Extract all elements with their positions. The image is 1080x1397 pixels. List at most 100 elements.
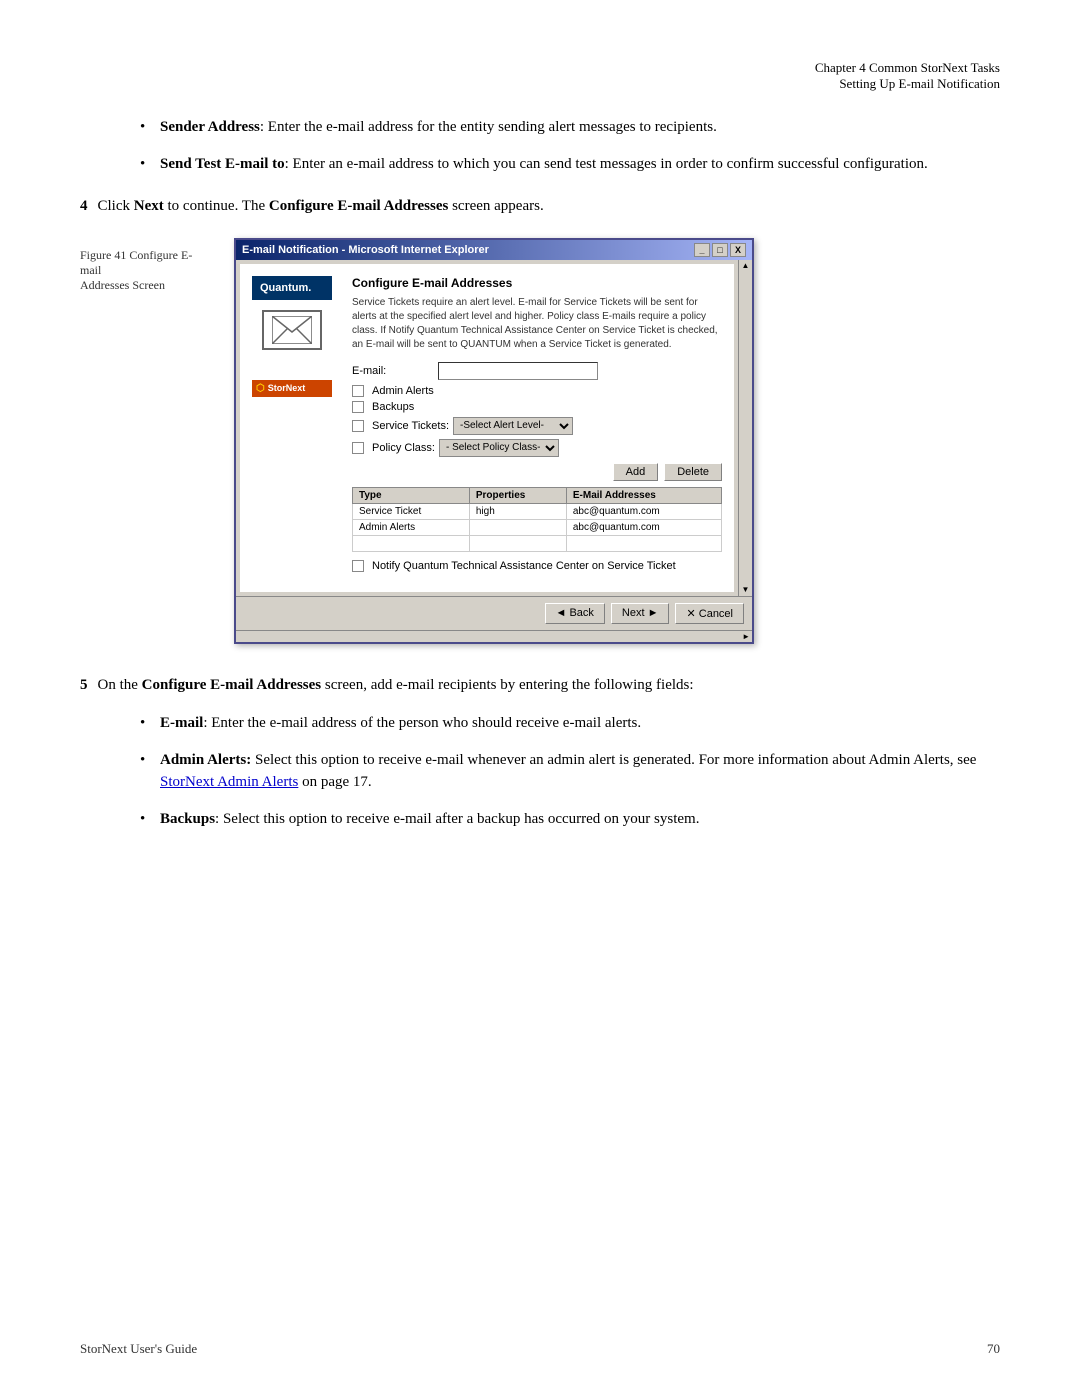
step-4: 4 Click Next to continue. The Configure … xyxy=(80,195,1000,218)
service-tickets-row: Service Tickets: -Select Alert Level- xyxy=(352,417,722,435)
row2-type: Admin Alerts xyxy=(353,519,470,535)
bullet-test-email: Send Test E-mail to: Enter an e-mail add… xyxy=(140,153,1000,176)
bullet-backups: Backups: Select this option to receive e… xyxy=(140,808,1000,831)
policy-class-select[interactable]: - Select Policy Class- xyxy=(439,439,559,457)
test-email-label: Send Test E-mail to xyxy=(160,156,285,172)
step4-text2: to continue. The xyxy=(164,198,269,214)
email-bullet-text: : Enter the e-mail address of the person… xyxy=(203,715,641,731)
stornext-logo: ⬡ StorNext xyxy=(252,380,332,397)
page-footer: StorNext User's Guide 70 xyxy=(80,1341,1000,1357)
service-tickets-label: Service Tickets: xyxy=(372,420,449,432)
close-btn[interactable]: X xyxy=(730,243,746,257)
bullet-email: E-mail: Enter the e-mail address of the … xyxy=(140,712,1000,735)
dialog-left-col: Quantum. ⬡ xyxy=(252,276,332,580)
policy-class-checkbox[interactable] xyxy=(352,442,364,454)
row2-email: abc@quantum.com xyxy=(566,519,721,535)
figure-section: Figure 41 Configure E-mail Addresses Scr… xyxy=(80,238,1000,644)
minimize-btn[interactable]: _ xyxy=(694,243,710,257)
bullet-admin-alerts: Admin Alerts: Select this option to rece… xyxy=(140,749,1000,794)
step4-configure: Configure E-mail Addresses xyxy=(269,198,448,214)
step5-text: On the xyxy=(98,677,142,693)
header-line1: Chapter 4 Common StorNext Tasks xyxy=(80,60,1000,76)
backups-label: Backups xyxy=(372,401,414,413)
col-email-addresses: E-Mail Addresses xyxy=(566,487,721,503)
scrollbar[interactable]: ▲ ▼ xyxy=(738,260,752,596)
figure-caption-line2: Addresses Screen xyxy=(80,278,210,293)
bottom-scrollbar[interactable]: ► xyxy=(236,630,752,642)
backups-row: Backups xyxy=(352,401,722,413)
step-4-body: Click Next to continue. The Configure E-… xyxy=(98,195,544,218)
sender-text: : Enter the e-mail address for the entit… xyxy=(260,119,717,135)
admin-alerts-row: Admin Alerts xyxy=(352,385,722,397)
step-5: 5 On the Configure E-mail Addresses scre… xyxy=(80,674,1000,697)
email-bullet-label: E-mail xyxy=(160,715,203,731)
col-type: Type xyxy=(353,487,470,503)
step-5-number: 5 xyxy=(80,674,88,697)
notify-label: Notify Quantum Technical Assistance Cent… xyxy=(372,560,676,572)
page-container: Chapter 4 Common StorNext Tasks Setting … xyxy=(0,0,1080,1397)
next-button[interactable]: Next ► xyxy=(611,603,670,624)
step4-text3: screen appears. xyxy=(448,198,543,214)
step-5-body: On the Configure E-mail Addresses screen… xyxy=(98,674,694,697)
table-row: Admin Alerts abc@quantum.com xyxy=(353,519,722,535)
cancel-button[interactable]: ✕ Cancel xyxy=(675,603,744,624)
bottom-bullet-list: E-mail: Enter the e-mail address of the … xyxy=(140,712,1000,830)
table-row: Service Ticket high abc@quantum.com xyxy=(353,503,722,519)
maximize-btn[interactable]: □ xyxy=(712,243,728,257)
service-tickets-checkbox[interactable] xyxy=(352,420,364,432)
admin-alerts-bullet-text: Select this option to receive e-mail whe… xyxy=(251,752,976,768)
admin-alerts-text2: on page 17. xyxy=(298,774,371,790)
dialog-description: Service Tickets require an alert level. … xyxy=(352,296,722,352)
quantum-logo: Quantum. xyxy=(252,276,332,300)
backups-checkbox[interactable] xyxy=(352,401,364,413)
row1-type: Service Ticket xyxy=(353,503,470,519)
row1-email: abc@quantum.com xyxy=(566,503,721,519)
dialog-form: Configure E-mail Addresses Service Ticke… xyxy=(352,276,722,580)
back-button[interactable]: ◄ Back xyxy=(545,603,605,624)
footer-left: StorNext User's Guide xyxy=(80,1341,197,1357)
dialog-content: Quantum. ⬡ xyxy=(240,264,734,592)
step5-configure: Configure E-mail Addresses xyxy=(142,677,321,693)
envelope-icon xyxy=(262,310,322,350)
header-line2: Setting Up E-mail Notification xyxy=(80,76,1000,92)
col-properties: Properties xyxy=(469,487,566,503)
ie-window: E-mail Notification - Microsoft Internet… xyxy=(234,238,754,644)
notify-row: Notify Quantum Technical Assistance Cent… xyxy=(352,560,722,572)
top-bullet-list: Sender Address: Enter the e-mail address… xyxy=(140,116,1000,175)
ie-title-text: E-mail Notification - Microsoft Internet… xyxy=(242,244,489,256)
figure-caption-line1: Figure 41 Configure E-mail xyxy=(80,248,210,278)
notify-checkbox[interactable] xyxy=(352,560,364,572)
table-row-empty xyxy=(353,535,722,551)
sender-label: Sender Address xyxy=(160,119,260,135)
ie-titlebar: E-mail Notification - Microsoft Internet… xyxy=(236,240,752,260)
alert-level-select[interactable]: -Select Alert Level- xyxy=(453,417,573,435)
stornext-label: StorNext xyxy=(268,383,306,393)
step5-text2: screen, add e-mail recipients by enterin… xyxy=(321,677,693,693)
titlebar-buttons: _ □ X xyxy=(694,243,746,257)
row2-properties xyxy=(469,519,566,535)
admin-alerts-bullet-label: Admin Alerts: xyxy=(160,752,251,768)
email-row: E-mail: xyxy=(352,362,722,380)
email-label: E-mail: xyxy=(352,365,432,377)
figure-caption: Figure 41 Configure E-mail Addresses Scr… xyxy=(80,248,210,293)
bottom-nav-buttons: ◄ Back Next ► ✕ Cancel xyxy=(236,596,752,630)
page-header: Chapter 4 Common StorNext Tasks Setting … xyxy=(80,60,1000,92)
step4-text: Click xyxy=(98,198,134,214)
test-email-text: : Enter an e-mail address to which you c… xyxy=(285,156,928,172)
row1-properties: high xyxy=(469,503,566,519)
policy-class-label: Policy Class: xyxy=(372,442,435,454)
backups-bullet-text: : Select this option to receive e-mail a… xyxy=(215,811,699,827)
step-4-number: 4 xyxy=(80,195,88,218)
email-input[interactable] xyxy=(438,362,598,380)
add-delete-row: Add Delete xyxy=(352,463,722,481)
policy-class-row: Policy Class: - Select Policy Class- xyxy=(352,439,722,457)
admin-alerts-label: Admin Alerts xyxy=(372,385,434,397)
step4-next: Next xyxy=(134,198,164,214)
dialog-title: Configure E-mail Addresses xyxy=(352,276,722,290)
footer-page-number: 70 xyxy=(987,1341,1000,1357)
admin-alerts-checkbox[interactable] xyxy=(352,385,364,397)
stornext-admin-alerts-link[interactable]: StorNext Admin Alerts xyxy=(160,774,298,790)
bullet-sender: Sender Address: Enter the e-mail address… xyxy=(140,116,1000,139)
delete-button[interactable]: Delete xyxy=(664,463,722,481)
add-button[interactable]: Add xyxy=(613,463,659,481)
